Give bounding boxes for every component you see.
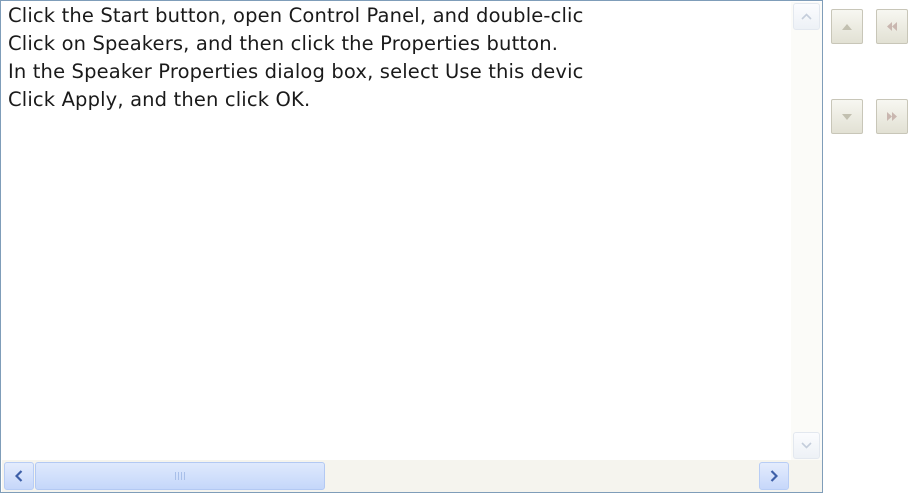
list-item[interactable]: Click on Speakers, and then click the Pr…: [2, 30, 790, 58]
list-item[interactable]: Click the Start button, open Control Pan…: [2, 2, 790, 30]
horizontal-scroll-thumb[interactable]: [35, 462, 325, 490]
scroll-down-button[interactable]: [793, 432, 820, 459]
scroll-up-button[interactable]: [793, 3, 820, 30]
chevron-up-icon: [801, 13, 812, 20]
vertical-scrollbar[interactable]: [791, 2, 822, 460]
horizontal-scrollbar[interactable]: [2, 460, 791, 492]
scroll-right-button[interactable]: [759, 462, 789, 490]
grip-icon: [175, 472, 185, 480]
list-item[interactable]: Click Apply, and then click OK.: [2, 86, 790, 114]
double-right-arrow-icon: [887, 112, 897, 121]
chevron-left-icon: [15, 470, 23, 482]
move-to-bottom-button[interactable]: [876, 99, 908, 134]
move-down-button[interactable]: [831, 99, 863, 134]
steps-list: Click the Start button, open Control Pan…: [2, 2, 790, 460]
move-to-top-button[interactable]: [876, 9, 908, 44]
triangle-down-icon: [842, 113, 852, 120]
double-left-arrow-icon: [887, 22, 897, 31]
chevron-down-icon: [801, 442, 812, 449]
chevron-right-icon: [770, 470, 778, 482]
triangle-up-icon: [842, 23, 852, 30]
ordering-question-panel: Click the Start button, open Control Pan…: [0, 0, 913, 493]
move-up-button[interactable]: [831, 9, 863, 44]
scrollbar-corner: [791, 460, 822, 492]
scroll-left-button[interactable]: [4, 462, 34, 490]
steps-listbox[interactable]: Click the Start button, open Control Pan…: [0, 0, 823, 493]
list-item[interactable]: In the Speaker Properties dialog box, se…: [2, 58, 790, 86]
